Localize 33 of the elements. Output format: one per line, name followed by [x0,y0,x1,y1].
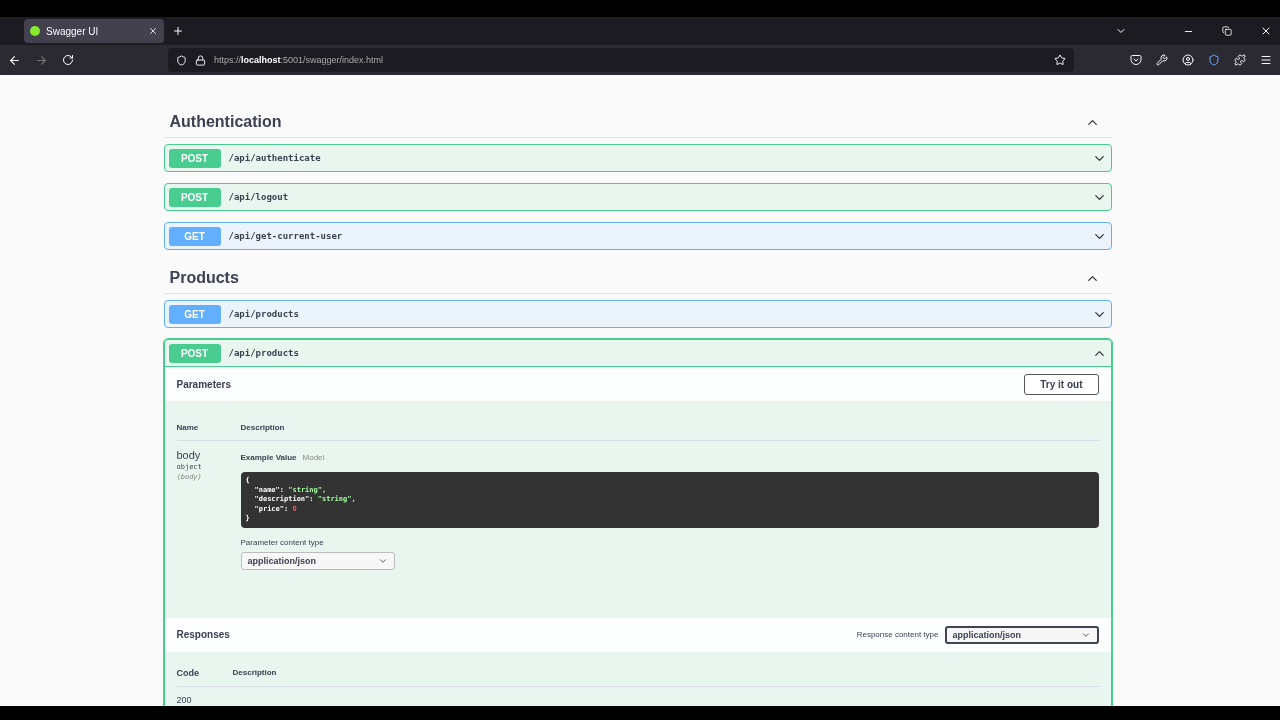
example-tab[interactable]: Example Value [240,453,297,462]
responses-title: Responses [176,629,230,640]
endpoint-path[interactable]: /api/logout [228,192,1084,202]
response-type-select[interactable]: application/json [944,625,1099,644]
method-badge: POST [168,148,221,168]
url-text: https://localhost:5001/swagger/index.html [214,55,384,65]
endpoint-path[interactable]: /api/products [228,309,1084,319]
section-header[interactable]: Products [163,261,1112,294]
content-type-select[interactable]: application/json [240,551,395,570]
response-type-label: Response content type [856,630,939,639]
endpoint-path[interactable]: /api/authenticate [228,153,1084,163]
column-header: Description [240,423,286,432]
endpoint-path[interactable]: /api/products [228,348,1084,358]
column-header: Name [176,423,200,432]
response-code: 200 [176,693,193,705]
browser-tab[interactable]: Swagger UI [24,19,164,43]
method-badge: GET [168,226,221,246]
tab-title: Swagger UI [46,25,99,37]
address-bar[interactable]: https://localhost:5001/swagger/index.html [168,48,1074,72]
section-header[interactable]: Authentication [163,105,1112,138]
method-badge: GET [168,304,221,324]
method-badge: POST [168,187,221,207]
endpoint-path[interactable]: /api/get-current-user [228,231,1084,241]
method-badge: POST [168,343,221,363]
content-type-label: Parameter content type [240,537,325,547]
example-tab[interactable]: Model [302,453,325,462]
section-title: Products [169,269,239,287]
column-header: Description [232,667,278,678]
try-it-out-button[interactable]: Try it out [1024,373,1099,395]
parameters-title: Parameters [176,378,231,390]
section-title: Authentication [169,113,282,131]
parameter-name: body [176,449,202,461]
column-header: Code [176,667,200,678]
